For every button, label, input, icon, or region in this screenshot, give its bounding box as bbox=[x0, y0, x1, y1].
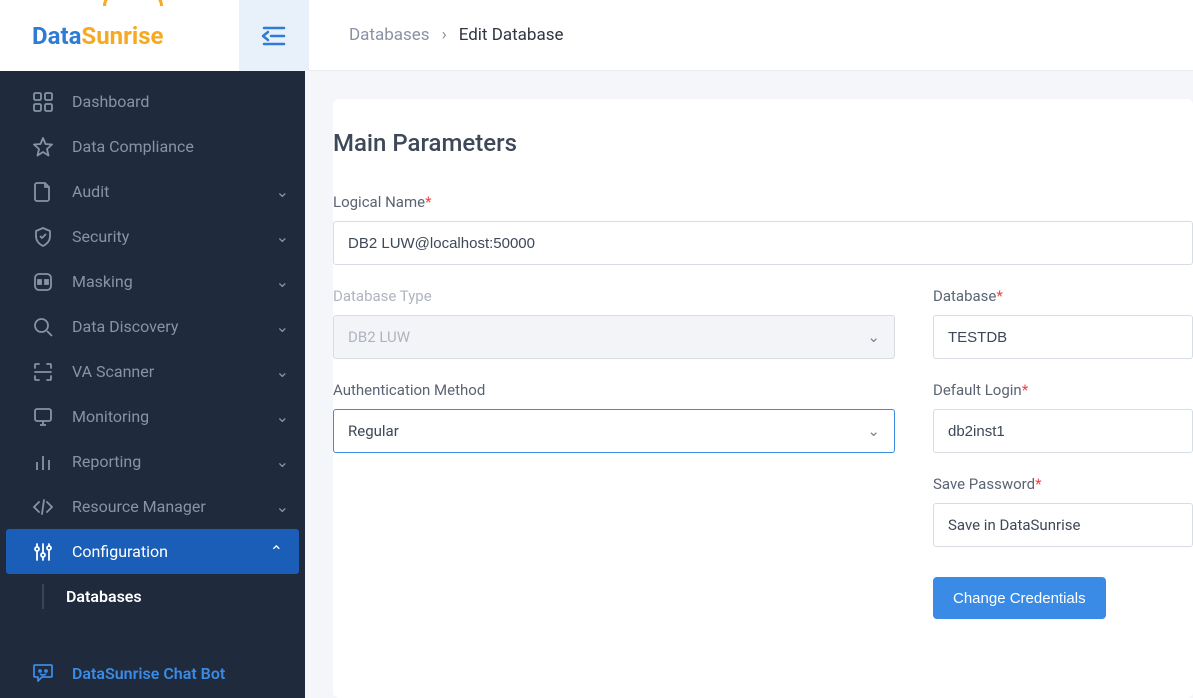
chevron-down-icon: ⌄ bbox=[276, 272, 289, 291]
sidebar: Dashboard Data Compliance Audit ⌄ Securi… bbox=[0, 71, 305, 698]
breadcrumb-separator: › bbox=[442, 25, 447, 45]
sidebar-item-dashboard[interactable]: Dashboard bbox=[0, 79, 305, 124]
document-icon bbox=[32, 181, 54, 203]
dashboard-icon bbox=[32, 91, 54, 113]
logo[interactable]: DataSunrise bbox=[0, 0, 239, 71]
sidebar-item-masking[interactable]: Masking ⌄ bbox=[0, 259, 305, 304]
main-content: Main Parameters Logical Name* Database T… bbox=[305, 71, 1193, 698]
chevron-down-icon: ⌄ bbox=[276, 452, 289, 471]
chevron-down-icon: ⌄ bbox=[276, 362, 289, 381]
sidebar-collapse-button[interactable] bbox=[239, 0, 309, 71]
monitor-icon bbox=[32, 406, 54, 428]
database-type-label: Database Type bbox=[333, 287, 933, 305]
change-credentials-button[interactable]: Change Credentials bbox=[933, 577, 1106, 619]
search-icon bbox=[32, 316, 54, 338]
collapse-icon bbox=[261, 25, 287, 47]
chevron-down-icon: ⌄ bbox=[276, 497, 289, 516]
config-icon bbox=[32, 541, 54, 563]
sidebar-subitem-databases[interactable]: Databases bbox=[0, 574, 305, 619]
scanner-icon bbox=[32, 361, 54, 383]
chevron-down-icon: ⌄ bbox=[867, 328, 880, 346]
section-title: Main Parameters bbox=[333, 129, 1193, 157]
sidebar-item-audit[interactable]: Audit ⌄ bbox=[0, 169, 305, 214]
breadcrumb: Databases › Edit Database bbox=[309, 0, 1193, 70]
database-label: Database* bbox=[933, 287, 1193, 305]
sidebar-item-va-scanner[interactable]: VA Scanner ⌄ bbox=[0, 349, 305, 394]
auth-method-label: Authentication Method bbox=[333, 381, 933, 399]
chat-icon bbox=[32, 662, 54, 684]
sidebar-item-data-compliance[interactable]: Data Compliance bbox=[0, 124, 305, 169]
sidebar-item-resource-manager[interactable]: Resource Manager ⌄ bbox=[0, 484, 305, 529]
chevron-down-icon: ⌄ bbox=[276, 227, 289, 246]
code-icon bbox=[32, 496, 54, 518]
star-icon bbox=[32, 136, 54, 158]
chevron-up-icon: ⌃ bbox=[270, 542, 283, 561]
breadcrumb-current: Edit Database bbox=[459, 25, 564, 45]
sidebar-item-monitoring[interactable]: Monitoring ⌄ bbox=[0, 394, 305, 439]
sidebar-item-data-discovery[interactable]: Data Discovery ⌄ bbox=[0, 304, 305, 349]
save-password-label: Save Password* bbox=[933, 475, 1193, 493]
default-login-input[interactable] bbox=[933, 409, 1193, 453]
chat-bot-link[interactable]: DataSunrise Chat Bot bbox=[0, 648, 305, 698]
chevron-down-icon: ⌄ bbox=[276, 182, 289, 201]
chart-icon bbox=[32, 451, 54, 473]
breadcrumb-parent[interactable]: Databases bbox=[349, 25, 430, 45]
chevron-down-icon: ⌄ bbox=[276, 407, 289, 426]
chevron-down-icon: ⌄ bbox=[867, 422, 880, 440]
logical-name-label: Logical Name* bbox=[333, 193, 1193, 211]
sidebar-item-security[interactable]: Security ⌄ bbox=[0, 214, 305, 259]
sidebar-item-configuration[interactable]: Configuration ⌃ bbox=[6, 529, 299, 574]
auth-method-select[interactable]: Regular ⌄ bbox=[333, 409, 895, 453]
default-login-label: Default Login* bbox=[933, 381, 1193, 399]
database-input[interactable] bbox=[933, 315, 1193, 359]
sidebar-item-reporting[interactable]: Reporting ⌄ bbox=[0, 439, 305, 484]
logical-name-input[interactable] bbox=[333, 221, 1193, 265]
database-type-select: DB2 LUW ⌄ bbox=[333, 315, 895, 359]
chevron-down-icon: ⌄ bbox=[276, 317, 289, 336]
shield-icon bbox=[32, 226, 54, 248]
mask-icon bbox=[32, 271, 54, 293]
save-password-select[interactable]: Save in DataSunrise bbox=[933, 503, 1193, 547]
